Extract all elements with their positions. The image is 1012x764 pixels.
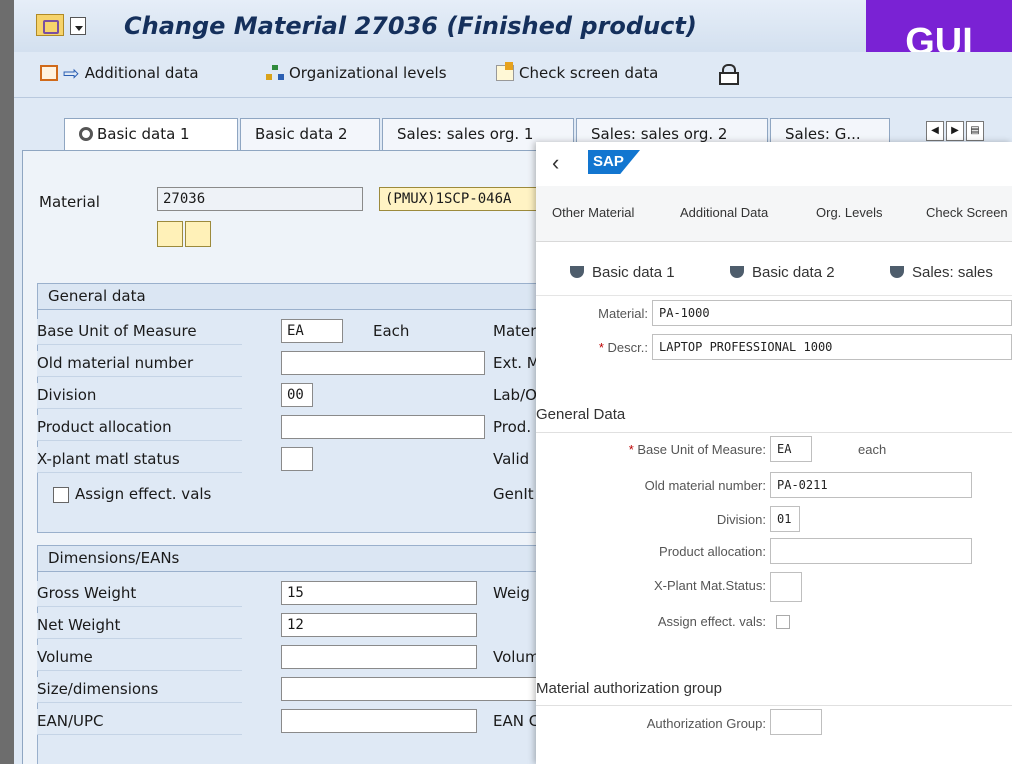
material-description-field[interactable]: (PMUX)1SCP-046A: [379, 187, 539, 211]
f-old-material-field[interactable]: PA-0211: [770, 472, 972, 498]
f-base-uom-field[interactable]: EA: [770, 436, 812, 462]
f-material-label: Material:: [598, 306, 648, 321]
tab-basic-data-2[interactable]: Basic data 2: [240, 118, 380, 150]
additional-data-action[interactable]: Additional Data: [680, 205, 768, 220]
fiori-shell-bar: ‹ SAP: [536, 142, 1012, 186]
back-icon[interactable]: ‹: [552, 150, 559, 176]
scroll-right-icon[interactable]: ▶: [946, 121, 964, 141]
fiori-tab-sales[interactable]: Sales: sales: [890, 264, 993, 281]
material-label: Material: [39, 193, 100, 211]
valid-from-label: Valid: [493, 450, 530, 468]
assign-effect-checkbox[interactable]: [53, 487, 69, 503]
check-screen-button[interactable]: Check screen data: [496, 62, 659, 82]
f-descr-field[interactable]: LAPTOP PROFESSIONAL 1000: [652, 334, 1012, 360]
old-material-label: Old material number: [37, 351, 242, 377]
tab-icon: [730, 266, 744, 278]
org-levels-label: Organizational levels: [289, 64, 447, 82]
tab-basic-data-1[interactable]: Basic data 1: [64, 118, 238, 152]
gen-item-cat-label: GenIt: [493, 485, 534, 503]
base-uom-label: Base Unit of Measure: [37, 319, 242, 345]
sap-logo: SAP: [588, 150, 640, 174]
old-material-field[interactable]: [281, 351, 485, 375]
application-toolbar: ⇨ Additional data Organizational levels …: [14, 52, 1012, 98]
f-xplant-status-field[interactable]: [770, 572, 802, 602]
material-group-label: Mater: [493, 322, 537, 340]
weight-unit-label: Weig: [493, 584, 530, 602]
org-levels-icon: [266, 65, 284, 81]
fiori-tab-basic-data-2[interactable]: Basic data 2: [730, 264, 835, 281]
f-product-allocation-field[interactable]: [770, 538, 972, 564]
ext-material-group-label: Ext. M: [493, 354, 540, 372]
title-bar: Change Material 27036 (Finished product): [14, 0, 1012, 52]
net-weight-field[interactable]: 12: [281, 613, 477, 637]
xplant-status-label: X-plant matl status: [37, 447, 242, 473]
gross-weight-label: Gross Weight: [37, 581, 242, 607]
volume-label: Volume: [37, 645, 242, 671]
tab-icon: [570, 266, 584, 278]
prod-hierarchy-label: Prod.: [493, 418, 532, 436]
f-general-header: General Data: [536, 406, 626, 423]
f-product-allocation-label: Product allocation:: [659, 544, 766, 559]
lock-icon[interactable]: [719, 64, 739, 85]
fiori-action-bar: Other Material Additional Data Org. Leve…: [536, 186, 1012, 242]
divider: [536, 705, 1012, 706]
f-auth-group-label: Authorization Group:: [646, 716, 766, 731]
volume-field[interactable]: [281, 645, 477, 669]
net-weight-label: Net Weight: [37, 613, 242, 639]
org-levels-button[interactable]: Organizational levels: [266, 64, 447, 82]
menu-icon[interactable]: [36, 14, 64, 36]
check-screen-label: Check screen data: [519, 64, 659, 82]
f-auth-group-field[interactable]: [770, 709, 822, 735]
f-division-field[interactable]: 01: [770, 506, 800, 532]
f-division-label: Division:: [716, 512, 766, 527]
page-title: Change Material 27036 (Finished product): [124, 12, 697, 40]
f-material-field[interactable]: PA-1000: [652, 300, 1012, 326]
window-frame: [0, 0, 14, 764]
volume-unit-label: Volum: [493, 648, 540, 666]
f-base-uom-text: each: [858, 442, 887, 457]
f-assign-effect-checkbox[interactable]: [776, 615, 790, 629]
fiori-tab-strip: Basic data 1 Basic data 2 Sales: sales: [536, 252, 1012, 296]
base-uom-text: Each: [373, 322, 410, 340]
f-descr-label: * Descr.:: [598, 340, 648, 355]
product-allocation-field[interactable]: [281, 415, 485, 439]
ean-category-label: EAN C: [493, 712, 540, 730]
tab-icon: [890, 266, 904, 278]
division-field[interactable]: 00: [281, 383, 313, 407]
additional-data-label[interactable]: Additional data: [85, 64, 199, 82]
f-old-material-label: Old material number:: [644, 478, 766, 493]
f-auth-header: Material authorization group: [536, 680, 722, 697]
org-levels-action[interactable]: Org. Levels: [816, 205, 882, 220]
division-label: Division: [37, 383, 242, 409]
check-screen-action[interactable]: Check Screen: [926, 205, 1008, 220]
material-number-field[interactable]: 27036: [157, 187, 363, 211]
scroll-left-icon[interactable]: ◀: [926, 121, 944, 141]
tab-list-icon[interactable]: ▤: [966, 121, 984, 141]
f-xplant-status-label: X-Plant Mat.Status:: [654, 578, 766, 593]
f-base-uom-label: * Base Unit of Measure:: [628, 442, 766, 457]
fiori-overlay: ‹ SAP Other Material Additional Data Org…: [536, 142, 1012, 764]
gear-icon: [79, 127, 93, 141]
check-screen-icon: [496, 62, 514, 81]
gross-weight-field[interactable]: 15: [281, 581, 477, 605]
xplant-status-field[interactable]: [281, 447, 313, 471]
lab-office-label: Lab/O: [493, 386, 537, 404]
other-material-action[interactable]: Other Material: [552, 205, 634, 220]
arrow-right-icon: ⇨: [63, 61, 80, 85]
other-material-icon: [40, 65, 58, 81]
fiori-tab-basic-data-1[interactable]: Basic data 1: [570, 264, 675, 281]
glasses-icon[interactable]: [157, 221, 183, 247]
document-icon[interactable]: [185, 221, 211, 247]
size-dimensions-label: Size/dimensions: [37, 677, 242, 703]
product-allocation-label: Product allocation: [37, 415, 242, 441]
divider: [536, 432, 1012, 433]
f-assign-effect-label: Assign effect. vals:: [657, 614, 766, 629]
assign-effect-label: Assign effect. vals: [75, 485, 212, 503]
size-dimensions-field[interactable]: [281, 677, 541, 701]
base-uom-field[interactable]: EA: [281, 319, 343, 343]
ean-upc-field[interactable]: [281, 709, 477, 733]
ean-upc-label: EAN/UPC: [37, 709, 242, 735]
other-material-button[interactable]: ⇨ Additional data: [40, 61, 199, 85]
chevron-down-icon[interactable]: [70, 17, 86, 35]
